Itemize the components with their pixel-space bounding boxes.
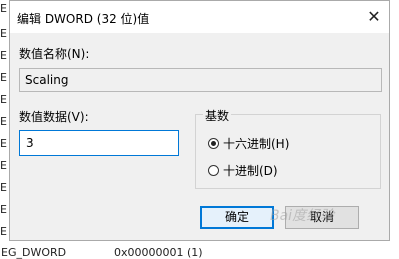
value-data-label: 数值数据(V): xyxy=(19,110,89,124)
list-item: E xyxy=(0,159,7,172)
radio-unselected-icon[interactable] xyxy=(208,165,219,176)
list-item: E xyxy=(0,181,7,194)
base-group-title: 基数 xyxy=(203,107,232,124)
value-data-input[interactable]: 3 xyxy=(19,130,179,156)
value-name-field[interactable]: Scaling xyxy=(19,68,382,92)
radio-hexadecimal-label: 十六进制(H) xyxy=(223,137,290,151)
value-name-cell: EG_DWORD xyxy=(1,246,67,259)
background-right-strip xyxy=(390,0,399,244)
title-bar[interactable]: 编辑 DWORD (32 位)值 ✕ xyxy=(10,1,389,33)
radio-decimal[interactable]: 十进制(D) xyxy=(208,162,278,179)
dialog-title: 编辑 DWORD (32 位)值 xyxy=(17,12,150,26)
radio-selected-icon[interactable] xyxy=(208,138,219,149)
list-item: E xyxy=(0,115,7,128)
radio-decimal-label: 十进制(D) xyxy=(223,164,278,178)
value-name-label: 数值名称(N): xyxy=(19,47,90,61)
close-icon[interactable]: ✕ xyxy=(359,1,389,33)
list-item: E xyxy=(0,203,7,216)
list-item: E xyxy=(0,225,7,238)
list-item: E xyxy=(0,2,7,15)
list-item: E xyxy=(0,71,7,84)
cancel-button[interactable]: 取消 xyxy=(285,206,359,229)
edit-dword-dialog: 编辑 DWORD (32 位)值 ✕ 数值名称(N): Scaling 数值数据… xyxy=(9,0,390,241)
ok-button[interactable]: 确定 xyxy=(200,206,274,229)
list-item: E xyxy=(0,27,7,40)
list-item: E xyxy=(0,93,7,106)
value-data-cell: 0x00000001 (1) xyxy=(114,246,203,259)
table-row[interactable]: EG_DWORD 0x00000001 (1) xyxy=(0,244,399,259)
list-item: E xyxy=(0,49,7,62)
list-item: E xyxy=(0,137,7,150)
radio-hexadecimal[interactable]: 十六进制(H) xyxy=(208,135,289,152)
